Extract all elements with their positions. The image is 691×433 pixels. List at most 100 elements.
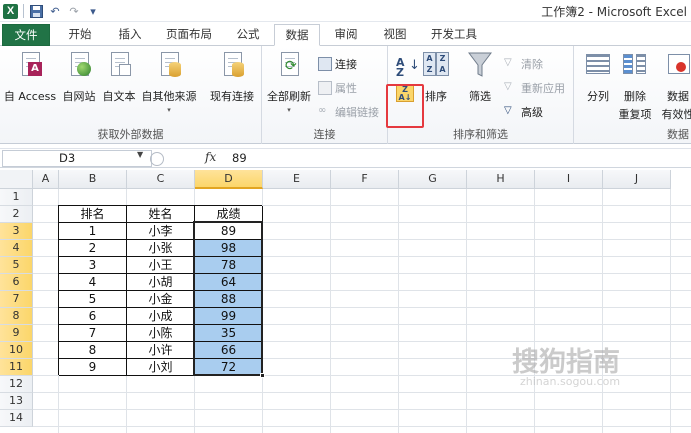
score-cell[interactable]: 72 <box>195 359 263 376</box>
table-cell[interactable]: 2 <box>59 240 127 257</box>
tab-file[interactable]: 文件 <box>2 24 50 46</box>
dropdown-arrow-icon: ▾ <box>287 106 291 114</box>
score-cell[interactable]: 89 <box>195 223 263 240</box>
worksheet-grid[interactable]: A B C D E F G H I J 1 2 3 4 5 6 7 8 9 10 11 12 13 14 排名 姓名 成绩 1 小李 89… <box>0 170 691 433</box>
row-header-11[interactable]: 11 <box>0 359 33 376</box>
score-cell[interactable]: 78 <box>195 257 263 274</box>
properties-button[interactable]: 属性 <box>318 80 357 96</box>
score-cell[interactable]: 88 <box>195 291 263 308</box>
clear-filter-button[interactable]: ▽ 清除 <box>504 56 543 72</box>
column-header-h[interactable]: H <box>467 170 535 189</box>
row-header-2[interactable]: 2 <box>0 206 33 223</box>
column-header-c[interactable]: C <box>127 170 195 189</box>
score-cell[interactable]: 35 <box>195 325 263 342</box>
column-header-e[interactable]: E <box>263 170 331 189</box>
score-cell[interactable]: 66 <box>195 342 263 359</box>
reapply-button[interactable]: ▽ 重新应用 <box>504 80 565 96</box>
excel-logo-icon[interactable]: X <box>3 3 18 19</box>
tab-formulas[interactable]: 公式 <box>228 24 268 46</box>
fill-handle[interactable] <box>260 373 265 378</box>
edit-links-label: 编辑链接 <box>335 106 379 119</box>
column-header-j[interactable]: J <box>603 170 671 189</box>
tab-data[interactable]: 数据 <box>274 24 320 46</box>
table-cell[interactable]: 小王 <box>127 257 195 274</box>
filter-icon <box>466 50 494 80</box>
table-cell[interactable]: 小胡 <box>127 274 195 291</box>
gridline <box>33 409 691 410</box>
formula-bar-splitter-icon[interactable] <box>150 152 164 166</box>
score-cell[interactable]: 98 <box>195 240 263 257</box>
score-cell[interactable]: 64 <box>195 274 263 291</box>
table-cell[interactable]: 9 <box>59 359 127 376</box>
table-cell[interactable]: 6 <box>59 308 127 325</box>
table-cell[interactable]: 小李 <box>127 223 195 240</box>
customize-toolbar-icon[interactable]: ▾ <box>86 4 100 18</box>
table-cell[interactable]: 小陈 <box>127 325 195 342</box>
row-header-5[interactable]: 5 <box>0 257 33 274</box>
table-cell[interactable]: 7 <box>59 325 127 342</box>
undo-icon[interactable]: ↶ <box>48 4 62 18</box>
table-cell[interactable]: 4 <box>59 274 127 291</box>
text-to-columns-button[interactable]: 分列 <box>582 50 614 104</box>
filter-button[interactable]: 筛选 <box>462 50 498 104</box>
advanced-filter-button[interactable]: ▽ 高级 <box>504 104 543 120</box>
row-header-12[interactable]: 12 <box>0 376 33 393</box>
table-cell[interactable]: 小刘 <box>127 359 195 376</box>
tab-review[interactable]: 审阅 <box>326 24 366 46</box>
name-box[interactable]: D3 <box>2 150 152 167</box>
sort-ascending-icon[interactable]: AZ <box>396 57 405 78</box>
row-header-14[interactable]: 14 <box>0 410 33 427</box>
tab-developer[interactable]: 开发工具 <box>423 24 485 46</box>
row-header-13[interactable]: 13 <box>0 393 33 410</box>
formula-input[interactable]: 89 <box>232 151 247 165</box>
table-cell[interactable]: 小许 <box>127 342 195 359</box>
row-header-7[interactable]: 7 <box>0 291 33 308</box>
table-header-cell[interactable]: 成绩 <box>195 206 263 223</box>
connections-button[interactable]: 连接 <box>318 56 357 72</box>
tab-page-layout[interactable]: 页面布局 <box>160 24 218 46</box>
refresh-all-button[interactable]: ⟳ 全部刷新 ▾ <box>266 50 312 114</box>
row-header-10[interactable]: 10 <box>0 342 33 359</box>
sort-button[interactable]: AZ ZA 排序 <box>422 50 450 104</box>
edit-links-button[interactable]: ∞ 编辑链接 <box>318 104 379 120</box>
table-cell[interactable]: 小张 <box>127 240 195 257</box>
score-cell[interactable]: 99 <box>195 308 263 325</box>
table-cell[interactable]: 8 <box>59 342 127 359</box>
advanced-label: 高级 <box>521 106 543 119</box>
existing-connections-button[interactable]: 现有连接 <box>206 50 258 104</box>
column-header-g[interactable]: G <box>399 170 467 189</box>
save-icon[interactable] <box>29 4 43 18</box>
tab-view[interactable]: 视图 <box>375 24 415 46</box>
row-header-4[interactable]: 4 <box>0 240 33 257</box>
row-header-6[interactable]: 6 <box>0 274 33 291</box>
table-cell[interactable]: 3 <box>59 257 127 274</box>
column-header-b[interactable]: B <box>59 170 127 189</box>
column-header-a[interactable]: A <box>33 170 59 189</box>
table-cell[interactable]: 1 <box>59 223 127 240</box>
column-header-f[interactable]: F <box>331 170 399 189</box>
name-box-dropdown-icon[interactable]: ▼ <box>137 150 143 159</box>
column-header-i[interactable]: I <box>535 170 603 189</box>
row-header-1[interactable]: 1 <box>0 189 33 206</box>
from-text-button[interactable]: 自文本 <box>101 50 137 104</box>
table-header-cell[interactable]: 姓名 <box>127 206 195 223</box>
from-web-button[interactable]: 自网站 <box>60 50 98 104</box>
table-cell[interactable]: 小金 <box>127 291 195 308</box>
data-validation-button[interactable]: 数据 有效性 <box>658 50 691 122</box>
insert-function-icon[interactable]: fx <box>205 150 216 164</box>
remove-duplicates-button[interactable]: 删除 重复项 <box>618 50 652 122</box>
redo-icon[interactable]: ↷ <box>67 4 81 18</box>
row-header-8[interactable]: 8 <box>0 308 33 325</box>
select-all-corner[interactable] <box>0 170 33 189</box>
from-other-sources-button[interactable]: 自其他来源 ▾ <box>140 50 198 114</box>
row-header-9[interactable]: 9 <box>0 325 33 342</box>
table-cell[interactable]: 5 <box>59 291 127 308</box>
table-header-cell[interactable]: 排名 <box>59 206 127 223</box>
column-header-d[interactable]: D <box>195 170 263 189</box>
access-icon: A <box>16 50 44 80</box>
tab-insert[interactable]: 插入 <box>110 24 150 46</box>
tab-home[interactable]: 开始 <box>60 24 100 46</box>
from-access-button[interactable]: A 自 Access <box>4 50 56 104</box>
row-header-3[interactable]: 3 <box>0 223 33 240</box>
table-cell[interactable]: 小成 <box>127 308 195 325</box>
